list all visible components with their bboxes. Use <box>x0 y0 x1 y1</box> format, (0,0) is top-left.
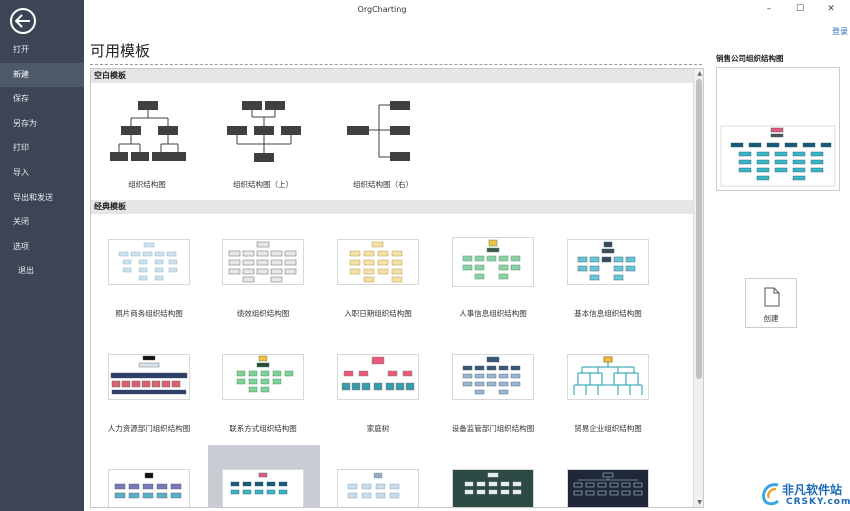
minimize-button[interactable]: – <box>762 4 776 14</box>
template-label: 设备监管部门组织结构图 <box>451 424 535 433</box>
classic-template-tile[interactable] <box>337 469 419 507</box>
sidebar-item-export-send[interactable]: 导出和发送 <box>0 186 84 211</box>
new-document-icon <box>764 287 780 307</box>
vertical-scrollbar[interactable]: ▲ ▼ <box>693 69 703 507</box>
classic-template-tile[interactable]: 人力资源部门组织结构图 <box>108 354 190 434</box>
template-label: 人事信息组织结构图 <box>459 309 527 318</box>
login-link[interactable]: 登录 <box>832 26 848 37</box>
preview-title: 销售公司组织结构图 <box>716 54 784 63</box>
template-label: 贸易企业组织结构图 <box>574 424 642 433</box>
create-button-label: 创建 <box>763 314 779 323</box>
sidebar-item-save-as[interactable]: 另存为 <box>0 112 84 137</box>
create-button[interactable]: 创建 <box>745 278 797 328</box>
template-label: 家庭树 <box>366 424 390 433</box>
sidebar-item-import[interactable]: 导入 <box>0 161 84 186</box>
blank-template-tile[interactable]: 组织结构图 <box>107 97 187 192</box>
classic-template-tile[interactable]: 贸易企业组织结构图 <box>567 354 649 434</box>
classic-template-tile[interactable]: 家庭树 <box>337 354 419 434</box>
classic-template-tile-selected[interactable] <box>208 445 320 507</box>
preview-thumbnail <box>716 67 840 191</box>
classic-template-tile[interactable]: 人事信息组织结构图 <box>452 237 534 319</box>
scrollbar-thumb[interactable] <box>696 79 702 379</box>
org-chart-right-icon <box>347 101 410 161</box>
back-arrow-icon[interactable] <box>10 8 36 34</box>
sidebar-item-close[interactable]: 关闭 <box>0 210 84 235</box>
template-thumbnail <box>108 469 190 507</box>
sidebar-item-exit[interactable]: 退出 <box>0 259 84 284</box>
template-thumbnail <box>222 354 304 400</box>
sidebar-item-save[interactable]: 保存 <box>0 87 84 112</box>
template-label: 组织结构图 <box>128 180 166 189</box>
classic-template-tile[interactable]: 照片商务组织结构图 <box>108 239 190 319</box>
blank-template-tile[interactable]: 组织结构图（右） <box>343 97 423 192</box>
template-label: 绩效组织结构图 <box>236 309 290 318</box>
template-label: 联系方式组织结构图 <box>229 424 297 433</box>
template-thumbnail <box>337 469 419 507</box>
section-header-classic: 经典模板 <box>91 200 694 214</box>
template-thumbnail <box>452 354 534 400</box>
classic-template-tile[interactable]: 设备监管部门组织结构图 <box>452 354 534 434</box>
sidebar-item-options[interactable]: 选项 <box>0 235 84 260</box>
template-panel: 空白模板 组织结构图 组织结构图（上） 组织结构图（右） 经典模板 照片商务组织… <box>90 68 704 508</box>
classic-template-tile[interactable] <box>452 469 534 507</box>
template-thumbnail <box>222 469 304 507</box>
template-label: 人力资源部门组织结构图 <box>107 424 191 433</box>
watermark-text: 非凡软件站 <box>782 483 843 497</box>
template-thumbnail <box>337 239 419 285</box>
classic-template-tile[interactable] <box>108 469 190 507</box>
sidebar-item-print[interactable]: 打印 <box>0 136 84 161</box>
classic-template-tile[interactable]: 联系方式组织结构图 <box>222 354 304 434</box>
template-label: 组织结构图（上） <box>233 180 293 189</box>
template-label: 基本信息组织结构图 <box>574 309 642 318</box>
template-label: 入职日期组织结构图 <box>344 309 412 318</box>
template-thumbnail <box>108 354 190 400</box>
maximize-button[interactable]: ☐ <box>793 4 807 14</box>
section-header-blank: 空白模板 <box>91 69 694 83</box>
watermark-url: CRSKY.com <box>786 497 850 507</box>
template-thumbnail <box>452 469 534 507</box>
template-thumbnail <box>222 239 304 285</box>
page-title: 可用模板 <box>90 42 151 60</box>
classic-template-tile[interactable]: 绩效组织结构图 <box>222 239 304 319</box>
template-label: 照片商务组织结构图 <box>115 309 183 318</box>
org-chart-up-icon <box>227 101 301 162</box>
template-thumbnail <box>567 469 649 507</box>
title-divider <box>90 64 702 65</box>
classic-template-tile[interactable] <box>567 469 649 507</box>
sidebar: 打开 新建 保存 另存为 打印 导入 导出和发送 关闭 选项 退出 <box>0 0 84 511</box>
window-title: OrgCharting <box>357 5 407 14</box>
org-chart-down-icon <box>110 101 186 161</box>
template-label: 组织结构图（右） <box>353 180 413 189</box>
site-watermark: 非凡软件站 CRSKY.com <box>760 478 850 511</box>
scroll-up-arrow-icon[interactable]: ▲ <box>697 70 702 77</box>
classic-template-tile[interactable]: 基本信息组织结构图 <box>567 239 649 319</box>
sidebar-menu: 打开 新建 保存 另存为 打印 导入 导出和发送 关闭 选项 退出 <box>0 38 84 284</box>
sidebar-item-open[interactable]: 打开 <box>0 38 84 63</box>
classic-template-tile[interactable]: 入职日期组织结构图 <box>337 239 419 319</box>
blank-template-tile[interactable]: 组织结构图（上） <box>223 97 303 192</box>
sidebar-item-new[interactable]: 新建 <box>0 62 84 88</box>
template-thumbnail <box>452 237 534 287</box>
template-thumbnail <box>567 239 649 285</box>
watermark-logo-icon <box>762 483 780 506</box>
template-thumbnail <box>337 354 419 400</box>
app-window: 打开 新建 保存 另存为 打印 导入 导出和发送 关闭 选项 退出 OrgCha… <box>0 0 850 511</box>
scroll-down-arrow-icon[interactable]: ▼ <box>697 499 702 506</box>
close-button[interactable]: ✕ <box>824 4 838 14</box>
template-thumbnail <box>108 239 190 285</box>
template-thumbnail <box>567 354 649 400</box>
